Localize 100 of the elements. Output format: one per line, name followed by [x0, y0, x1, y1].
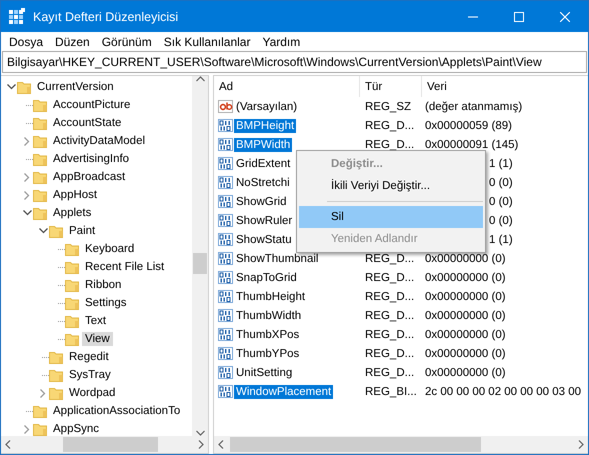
value-name[interactable]: ShowThumbnail [234, 252, 320, 266]
tree-item[interactable]: View [1, 330, 192, 348]
value-name[interactable]: NoStretchi [234, 176, 292, 190]
address-bar[interactable]: Bilgisayar\HKEY_CURRENT_USER\Software\Microsoft\Windows\CurrentVersion\Applets\Paint\View [2, 51, 587, 73]
value-name[interactable]: UnitSetting [234, 366, 294, 380]
binary-value-icon [218, 384, 233, 399]
chevron-down-icon[interactable] [22, 210, 32, 216]
menu-item[interactable]: Görünüm [96, 34, 158, 48]
folder-icon [33, 170, 48, 184]
window-title: Kayıt Defteri Düzenleyicisi [33, 10, 180, 24]
value-data: 1 (1) [489, 234, 513, 246]
value-name[interactable]: ThumbXPos [234, 328, 302, 342]
column-header[interactable]: Tür [360, 76, 422, 97]
folder-icon [33, 152, 48, 166]
scrollbar[interactable] [192, 76, 208, 436]
folder-icon [65, 332, 80, 346]
tree-item[interactable]: AccountPicture [1, 96, 192, 114]
value-type: REG_SZ [364, 100, 412, 112]
menu-option[interactable]: İkili Veriyi Değiştir... [299, 175, 483, 197]
value-data: 0x00000059 (89) [425, 120, 512, 132]
column-header[interactable]: Veri [422, 76, 588, 97]
scroll-thumb[interactable] [63, 437, 158, 452]
scroll-right-icon[interactable] [578, 440, 584, 449]
folder-icon [49, 368, 64, 382]
chevron-right-icon[interactable] [40, 388, 46, 398]
tree-item[interactable]: SysTray [1, 366, 192, 384]
value-name[interactable]: (Varsayılan) [234, 100, 300, 114]
tree-item[interactable]: Recent File List [1, 258, 192, 276]
menu-option[interactable]: Sil [299, 206, 483, 228]
tree-item[interactable]: ApplicationAssociationTo [1, 402, 192, 420]
cube-grid-icon [9, 8, 25, 25]
value-data: 0x00000091 (145) [425, 138, 518, 150]
value-name[interactable]: ShowStatu [234, 232, 294, 246]
value-name[interactable]: ShowRuler [234, 214, 294, 228]
value-type: REG_D... [364, 272, 416, 284]
menu-item[interactable]: Yardım [256, 34, 306, 48]
value-name[interactable]: ThumbHeight [234, 290, 308, 304]
value-name[interactable]: ThumbWidth [234, 308, 304, 322]
binary-value-icon [218, 175, 233, 190]
tree-item[interactable]: Ribbon [1, 276, 192, 294]
folder-icon [65, 242, 80, 256]
tree-item[interactable]: AccountState [1, 114, 192, 132]
tree-item[interactable]: AppSync [1, 420, 192, 436]
value-data: 0x00000000 (0) [425, 328, 506, 340]
tree-item[interactable]: Wordpad [1, 384, 192, 402]
tree-item[interactable]: Regedit [1, 348, 192, 366]
scroll-thumb[interactable] [230, 437, 481, 452]
value-data: 0x00000000 (0) [425, 252, 506, 264]
menu-item[interactable]: Sık Kullanılanlar [158, 34, 256, 48]
value-type: REG_D... [364, 348, 416, 360]
tree-item[interactable]: Settings [1, 294, 192, 312]
tree-item[interactable]: Keyboard [1, 240, 192, 258]
tree-item[interactable]: ActivityDataModel [1, 132, 192, 150]
folder-icon [33, 134, 48, 148]
binary-value-icon [218, 251, 233, 266]
value-name[interactable]: GridExtent [234, 156, 292, 170]
binary-value-icon [218, 346, 233, 361]
value-data: 0x00000000 (0) [425, 366, 506, 378]
scroll-left-icon[interactable] [218, 440, 224, 449]
value-type: REG_D... [364, 120, 416, 132]
chevron-down-icon[interactable] [6, 84, 16, 90]
tree-item[interactable]: AppHost [1, 186, 192, 204]
value-name[interactable]: ShowGrid [234, 194, 288, 208]
tree-item[interactable]: AdvertisingInfo [1, 150, 192, 168]
binary-value-icon [218, 213, 233, 228]
scroll-left-icon[interactable] [5, 440, 11, 449]
folder-icon [33, 404, 48, 418]
menu-item[interactable]: Dosya [3, 34, 50, 48]
scroll-up-icon[interactable] [196, 76, 204, 82]
binary-value-icon [218, 118, 233, 133]
tree-item[interactable]: Paint [1, 222, 192, 240]
chevron-down-icon[interactable] [38, 228, 48, 234]
scroll-down-icon[interactable] [196, 430, 204, 436]
value-type: REG_D... [364, 138, 416, 150]
scrollbar[interactable] [214, 436, 588, 453]
column-header[interactable]: Ad [214, 76, 360, 97]
menu-item[interactable]: Düzen [49, 34, 96, 48]
tree-item[interactable]: Applets [1, 204, 192, 222]
value-name[interactable]: ThumbYPos [234, 346, 302, 360]
value-type: REG_D... [364, 310, 416, 322]
value-name[interactable]: SnapToGrid [234, 270, 299, 284]
tree-item[interactable]: CurrentVersion [1, 78, 192, 96]
text-value-icon [218, 99, 233, 114]
tree-item[interactable]: Text [1, 312, 192, 330]
value-data: 0 (0) [489, 176, 513, 188]
scroll-thumb[interactable] [193, 253, 207, 274]
value-name[interactable]: WindowPlacement [234, 384, 334, 398]
value-data: 2c 00 00 00 02 00 00 00 03 00 [425, 386, 582, 398]
binary-value-icon [218, 327, 233, 342]
binary-value-icon [218, 232, 233, 247]
chevron-right-icon[interactable] [24, 136, 30, 146]
value-name[interactable]: BMPHeight [234, 118, 296, 132]
maximize-icon [514, 12, 524, 22]
scrollbar[interactable] [1, 436, 208, 453]
value-name[interactable]: BMPWidth [234, 138, 292, 152]
tree-item[interactable]: AppBroadcast [1, 168, 192, 186]
binary-value-icon [218, 137, 233, 152]
chevron-right-icon[interactable] [24, 424, 30, 434]
scroll-right-icon[interactable] [198, 440, 204, 449]
folder-icon [49, 386, 64, 400]
